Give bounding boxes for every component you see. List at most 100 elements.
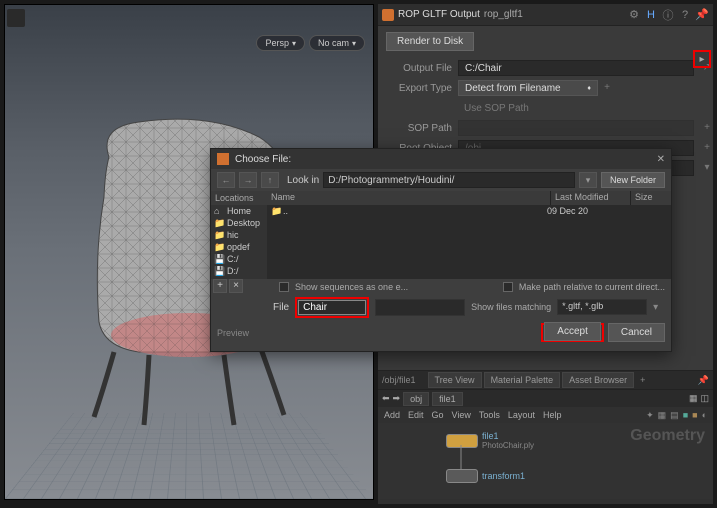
viewport-menu-icon[interactable] [7, 9, 25, 27]
folder-icon: 📁 [214, 242, 224, 252]
nav-fwd-icon[interactable]: ➡ [393, 393, 401, 404]
location-hic[interactable]: 📁hic [211, 229, 267, 241]
path-dropdown-icon[interactable]: ▾ [579, 172, 597, 188]
grid-icon[interactable]: ▦ [689, 393, 698, 404]
file-icon: ▸ [699, 54, 704, 65]
node-name[interactable]: rop_gltf1 [484, 9, 523, 20]
nav-back-button[interactable]: ← [217, 172, 235, 188]
output-file-field[interactable]: C:/Chair [458, 60, 694, 76]
filename-input[interactable] [298, 300, 366, 315]
camera-dropdown[interactable]: No cam [309, 35, 365, 51]
chevron-down-icon[interactable]: ▾ [653, 302, 658, 313]
folder-up-icon: 📁 [271, 206, 283, 217]
menu-add[interactable]: Add [384, 410, 400, 420]
export-type-dropdown[interactable]: Detect from Filename [458, 80, 598, 96]
lookin-path-field[interactable]: D:/Photogrammetry/Houdini/ [323, 172, 575, 188]
locations-sidebar: Locations ⌂Home 📁Desktop 📁hic 📁opdef 💾C:… [211, 191, 267, 279]
file-chooser-button[interactable]: ▸ [693, 50, 711, 68]
new-folder-button[interactable]: New Folder [601, 172, 665, 188]
tool-icon[interactable]: ■ [683, 410, 688, 421]
context-watermark: Geometry [630, 427, 705, 445]
filter-dropdown[interactable]: *.gltf, *.glb [557, 299, 647, 315]
network-canvas[interactable]: Geometry file1 PhotoChair.ply transform1 [378, 423, 713, 499]
relative-checkbox[interactable] [503, 282, 513, 292]
use-sop-label: Use SOP Path [458, 103, 529, 114]
locations-header: Locations [211, 191, 267, 205]
menu-help[interactable]: Help [543, 410, 562, 420]
tab-tree-view[interactable]: Tree View [428, 372, 482, 388]
render-button[interactable]: Render to Disk [386, 32, 474, 51]
parent-dir-row[interactable]: 📁 .. 09 Dec 20 [267, 205, 671, 218]
location-opdef[interactable]: 📁opdef [211, 241, 267, 253]
lookin-label: Look in [287, 175, 319, 186]
info-icon[interactable]: ⓘ [661, 8, 675, 22]
tool-icon[interactable]: ✦ [646, 410, 654, 421]
output-file-label: Output File [378, 63, 458, 74]
remove-location-button[interactable]: × [229, 279, 243, 293]
folder-icon: 📁 [214, 218, 224, 228]
path-obj[interactable]: obj [403, 392, 429, 406]
chevron-down-icon[interactable]: ▾ [701, 162, 713, 174]
pin-icon[interactable]: 📌 [695, 8, 709, 22]
sequences-checkbox[interactable] [279, 282, 289, 292]
menu-go[interactable]: Go [432, 410, 444, 420]
plus-icon[interactable]: + [601, 82, 613, 94]
path-file1[interactable]: file1 [432, 392, 463, 406]
gear-icon[interactable]: ⚙ [627, 8, 641, 22]
export-type-label: Export Type [378, 83, 458, 94]
relative-label: Make path relative to current direct... [519, 282, 665, 292]
tool-icon[interactable]: ▤ [670, 410, 679, 421]
plus-icon[interactable]: + [701, 122, 713, 134]
nav-forward-button[interactable]: → [239, 172, 257, 188]
view-icon[interactable]: ◫ [700, 393, 709, 404]
preview-label: Preview [217, 328, 249, 338]
location-home[interactable]: ⌂Home [211, 205, 267, 217]
tab-material-palette[interactable]: Material Palette [484, 372, 561, 388]
tool-icon[interactable]: ■ [692, 410, 697, 421]
tool-icon[interactable]: ◐ [702, 410, 707, 421]
plus-icon[interactable]: + [701, 142, 713, 154]
drive-icon: 💾 [214, 254, 224, 264]
dialog-title: Choose File: [235, 154, 291, 165]
nav-up-button[interactable]: ↑ [261, 172, 279, 188]
accept-button[interactable]: Accept [544, 322, 601, 341]
filename-ext-field[interactable] [375, 299, 465, 316]
pin-icon[interactable]: 📌 [698, 375, 709, 386]
sop-path-label: SOP Path [378, 123, 458, 134]
column-modified[interactable]: Last Modified [551, 191, 631, 205]
viewport-toolbar [7, 7, 371, 29]
node-transform1[interactable]: transform1 [446, 469, 525, 483]
location-c-drive[interactable]: 💾C:/ [211, 253, 267, 265]
column-name[interactable]: Name [267, 191, 551, 205]
menu-edit[interactable]: Edit [408, 410, 424, 420]
dialog-icon [217, 153, 229, 165]
add-location-button[interactable]: + [213, 279, 227, 293]
location-d-drive[interactable]: 💾D:/ [211, 265, 267, 277]
sop-path-field [458, 120, 694, 136]
menu-view[interactable]: View [452, 410, 471, 420]
nav-back-icon[interactable]: ⬅ [382, 393, 390, 404]
menu-layout[interactable]: Layout [508, 410, 535, 420]
tool-icon[interactable]: ▦ [658, 410, 667, 421]
network-editor: /obj/file1 Tree View Material Palette As… [378, 370, 713, 504]
menu-tools[interactable]: Tools [479, 410, 500, 420]
node-type-icon [382, 9, 394, 21]
close-icon[interactable]: ✕ [657, 154, 665, 165]
persp-dropdown[interactable]: Persp [256, 35, 305, 51]
file-list[interactable]: Name Last Modified Size 📁 .. 09 Dec 20 [267, 191, 671, 279]
breadcrumb-path[interactable]: /obj/file1 [382, 375, 416, 385]
drive-icon: 💾 [214, 266, 224, 276]
houdini-icon[interactable]: H [644, 8, 658, 22]
cancel-button[interactable]: Cancel [608, 323, 665, 342]
file-chooser-dialog: Choose File: ✕ ← → ↑ Look in D:/Photogra… [210, 148, 672, 352]
sequences-label: Show sequences as one e... [295, 282, 408, 292]
location-desktop[interactable]: 📁Desktop [211, 217, 267, 229]
home-icon: ⌂ [214, 206, 224, 216]
matching-label: Show files matching [471, 302, 551, 312]
help-icon[interactable]: ? [678, 8, 692, 22]
file-label: File [273, 302, 289, 313]
folder-icon: 📁 [214, 230, 224, 240]
column-size[interactable]: Size [631, 191, 671, 205]
add-tab-icon[interactable]: + [640, 375, 645, 385]
tab-asset-browser[interactable]: Asset Browser [562, 372, 634, 388]
